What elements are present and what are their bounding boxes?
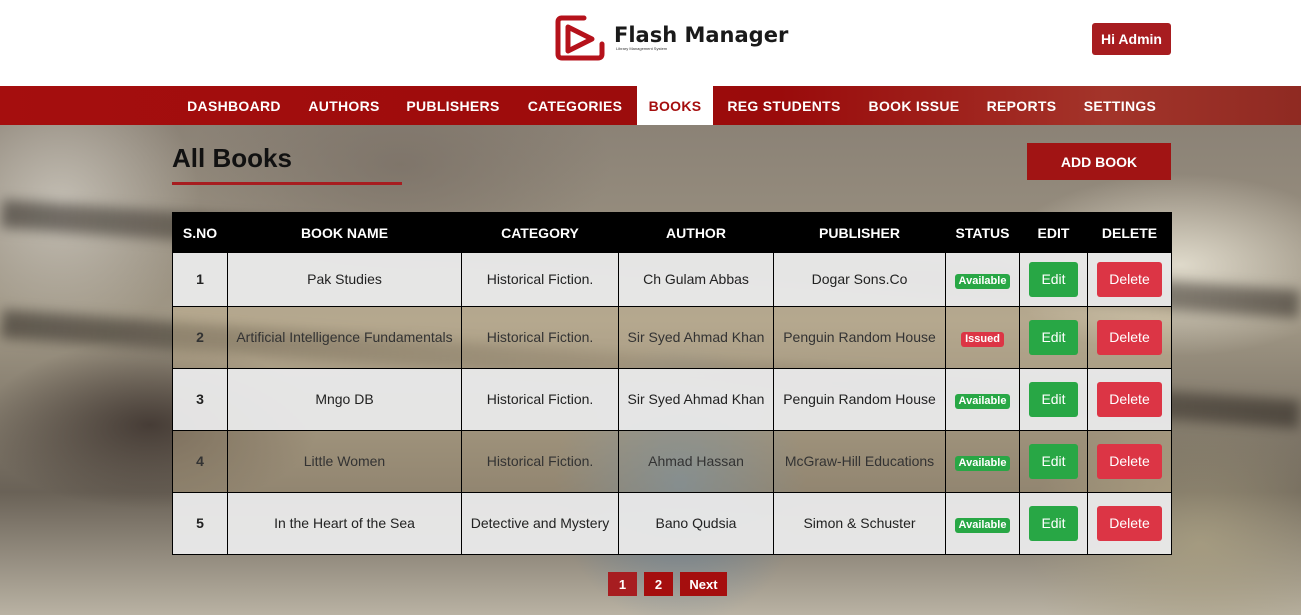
cell-sno: 1 — [172, 252, 228, 307]
cell-author: Ch Gulam Abbas — [618, 252, 774, 307]
page-link-2[interactable]: 2 — [644, 572, 673, 596]
cell-sno: 3 — [172, 368, 228, 431]
cell-sno: 5 — [172, 492, 228, 555]
edit-button[interactable]: Edit — [1029, 444, 1078, 479]
column-header-book-name: BOOK NAME — [227, 212, 462, 253]
cell-edit: Edit — [1019, 492, 1088, 555]
cell-author: Sir Syed Ahmad Khan — [618, 306, 774, 369]
cell-delete: Delete — [1087, 368, 1172, 431]
column-header-sno: S.NO — [172, 212, 228, 253]
nav-item-categories[interactable]: CATEGORIES — [513, 86, 637, 125]
cell-publisher: Simon & Schuster — [773, 492, 946, 555]
table-row: 4 Little Women Historical Fiction. Ahmad… — [172, 430, 1172, 493]
cell-status: Available — [945, 252, 1020, 307]
cell-author: Bano Qudsia — [618, 492, 774, 555]
cell-edit: Edit — [1019, 368, 1088, 431]
delete-button[interactable]: Delete — [1097, 262, 1162, 297]
delete-button[interactable]: Delete — [1097, 506, 1162, 541]
column-header-author: AUTHOR — [618, 212, 774, 253]
cell-book-name: Artificial Intelligence Fundamentals — [227, 306, 462, 369]
cell-edit: Edit — [1019, 306, 1088, 369]
nav-item-publishers[interactable]: PUBLISHERS — [393, 86, 513, 125]
cell-publisher: Penguin Random House — [773, 306, 946, 369]
edit-button[interactable]: Edit — [1029, 320, 1078, 355]
brand-title: Flash Manager — [614, 23, 789, 47]
table-row: 5 In the Heart of the Sea Detective and … — [172, 492, 1172, 555]
cell-sno: 2 — [172, 306, 228, 369]
page-title: All Books — [172, 143, 292, 173]
cell-publisher: McGraw-Hill Educations — [773, 430, 946, 493]
cell-status: Available — [945, 492, 1020, 555]
table-row: 1 Pak Studies Historical Fiction. Ch Gul… — [172, 252, 1172, 307]
cell-edit: Edit — [1019, 430, 1088, 493]
header: Flash Manager Library Management System … — [0, 0, 1301, 86]
cell-publisher: Penguin Random House — [773, 368, 946, 431]
delete-button[interactable]: Delete — [1097, 444, 1162, 479]
cell-edit: Edit — [1019, 252, 1088, 307]
next-page-button[interactable]: Next — [680, 572, 727, 596]
cell-delete: Delete — [1087, 252, 1172, 307]
main-nav: DASHBOARD AUTHORS PUBLISHERS CATEGORIES … — [0, 86, 1301, 125]
nav-item-reports[interactable]: REPORTS — [973, 86, 1070, 125]
status-badge: Available — [954, 394, 1011, 409]
nav-item-reg-students[interactable]: REG STUDENTS — [713, 86, 855, 125]
status-badge: Available — [954, 456, 1011, 471]
title-underline — [172, 182, 402, 185]
cell-delete: Delete — [1087, 306, 1172, 369]
cell-category: Historical Fiction. — [461, 306, 619, 369]
delete-button[interactable]: Delete — [1097, 382, 1162, 417]
status-badge: Available — [954, 518, 1011, 533]
column-header-delete: DELETE — [1087, 212, 1172, 253]
cell-book-name: Mngo DB — [227, 368, 462, 431]
cell-category: Detective and Mystery — [461, 492, 619, 555]
books-table: S.NO BOOK NAME CATEGORY AUTHOR PUBLISHER… — [172, 212, 1172, 555]
status-badge: Available — [954, 274, 1011, 289]
cell-status: Available — [945, 368, 1020, 431]
column-header-status: STATUS — [945, 212, 1020, 253]
column-header-edit: EDIT — [1019, 212, 1088, 253]
cell-category: Historical Fiction. — [461, 368, 619, 431]
user-menu-button[interactable]: Hi Admin — [1092, 23, 1171, 55]
add-book-button[interactable]: ADD BOOK — [1027, 143, 1171, 180]
cell-publisher: Dogar Sons.Co — [773, 252, 946, 307]
edit-button[interactable]: Edit — [1029, 506, 1078, 541]
cell-delete: Delete — [1087, 492, 1172, 555]
table-row: 3 Mngo DB Historical Fiction. Sir Syed A… — [172, 368, 1172, 431]
nav-item-books[interactable]: BOOKS — [637, 86, 713, 125]
nav-item-authors[interactable]: AUTHORS — [295, 86, 393, 125]
cell-status: Available — [945, 430, 1020, 493]
cell-author: Sir Syed Ahmad Khan — [618, 368, 774, 431]
cell-status: Issued — [945, 306, 1020, 369]
nav-item-settings[interactable]: SETTINGS — [1070, 86, 1170, 125]
brand-logo[interactable]: Flash Manager Library Management System — [554, 13, 788, 63]
table-header-row: S.NO BOOK NAME CATEGORY AUTHOR PUBLISHER… — [172, 212, 1172, 253]
cell-book-name: Pak Studies — [227, 252, 462, 307]
column-header-category: CATEGORY — [461, 212, 619, 253]
cell-category: Historical Fiction. — [461, 430, 619, 493]
page-link-1[interactable]: 1 — [608, 572, 637, 596]
cell-category: Historical Fiction. — [461, 252, 619, 307]
status-badge: Issued — [961, 332, 1004, 347]
cell-author: Ahmad Hassan — [618, 430, 774, 493]
cell-delete: Delete — [1087, 430, 1172, 493]
edit-button[interactable]: Edit — [1029, 262, 1078, 297]
nav-item-book-issue[interactable]: BOOK ISSUE — [855, 86, 973, 125]
table-row: 2 Artificial Intelligence Fundamentals H… — [172, 306, 1172, 369]
cell-sno: 4 — [172, 430, 228, 493]
play-logo-icon — [555, 15, 605, 61]
column-header-publisher: PUBLISHER — [773, 212, 946, 253]
nav-item-dashboard[interactable]: DASHBOARD — [173, 86, 295, 125]
cell-book-name: In the Heart of the Sea — [227, 492, 462, 555]
delete-button[interactable]: Delete — [1097, 320, 1162, 355]
cell-book-name: Little Women — [227, 430, 462, 493]
brand-subtitle: Library Management System — [616, 46, 668, 51]
edit-button[interactable]: Edit — [1029, 382, 1078, 417]
